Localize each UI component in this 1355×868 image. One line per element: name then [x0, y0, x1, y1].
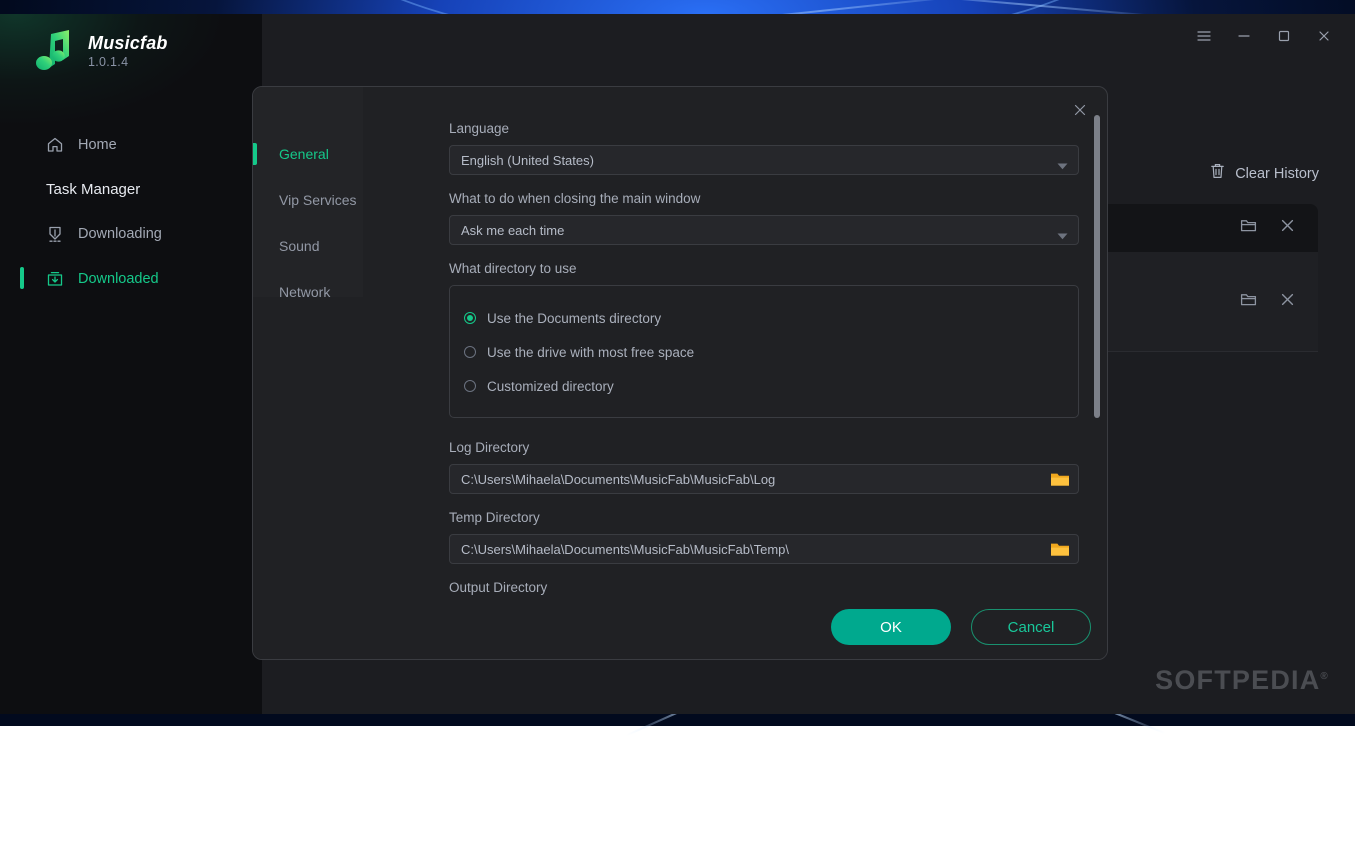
directory-mode-label: What directory to use — [449, 261, 1079, 276]
radio-customized-directory[interactable]: Customized directory — [450, 369, 1078, 403]
folder-yellow-icon[interactable] — [1048, 539, 1072, 560]
sidebar-item-label: Downloading — [78, 226, 162, 242]
closing-behavior-label: What to do when closing the main window — [449, 191, 1079, 206]
downloaded-folder-icon — [46, 270, 64, 288]
clear-history-label: Clear History — [1235, 166, 1319, 182]
language-value: English (United States) — [461, 153, 594, 168]
dialog-close-icon[interactable] — [1069, 99, 1091, 121]
sidebar-item-home[interactable]: Home — [0, 122, 262, 167]
sidebar-item-downloading[interactable]: Downloading — [0, 211, 262, 256]
maximize-icon[interactable] — [1267, 21, 1301, 51]
application-window: Musicfab 1.0.1.4 Home Task Manager — [0, 14, 1355, 714]
ok-button[interactable]: OK — [831, 609, 951, 645]
tab-label: Sound — [279, 238, 319, 254]
wallpaper-arc — [600, 688, 1300, 868]
sidebar-nav: Home Task Manager Downloading — [0, 122, 262, 301]
radio-indicator — [464, 346, 476, 358]
folder-open-icon[interactable] — [1240, 218, 1257, 238]
close-icon[interactable] — [1279, 291, 1296, 313]
active-accent-bar — [20, 267, 24, 289]
app-version: 1.0.1.4 — [88, 55, 168, 69]
wallpaper-arc — [980, 694, 1355, 854]
minimize-icon[interactable] — [1227, 21, 1261, 51]
cancel-button[interactable]: Cancel — [971, 609, 1091, 645]
watermark-text: SOFTPEDIA — [1155, 665, 1320, 695]
radio-label: Use the Documents directory — [487, 311, 661, 326]
temp-directory-label: Temp Directory — [449, 510, 1079, 525]
tab-general[interactable]: General — [253, 131, 363, 177]
tab-label: General — [279, 146, 329, 162]
tab-label: Vip Services — [279, 192, 357, 208]
dialog-footer: OK Cancel — [253, 595, 1107, 659]
watermark-mark: ® — [1320, 671, 1329, 682]
active-accent-bar — [253, 143, 257, 165]
scrollbar-thumb[interactable] — [1094, 115, 1100, 418]
sidebar-section-task-manager: Task Manager — [0, 167, 262, 211]
radio-label: Use the drive with most free space — [487, 345, 694, 360]
softpedia-watermark: SOFTPEDIA® — [1155, 665, 1329, 696]
download-arrow-icon — [46, 225, 64, 243]
temp-directory-input[interactable]: C:\Users\Mihaela\Documents\MusicFab\Musi… — [449, 534, 1079, 564]
hamburger-menu-icon[interactable] — [1187, 21, 1221, 51]
temp-directory-value: C:\Users\Mihaela\Documents\MusicFab\Musi… — [461, 542, 789, 557]
brand-name: Musicfab — [88, 33, 168, 54]
sidebar-item-downloaded[interactable]: Downloaded — [0, 256, 262, 301]
folder-yellow-icon[interactable] — [1048, 469, 1072, 490]
language-select[interactable]: English (United States) — [449, 145, 1079, 175]
sidebar-item-label: Home — [78, 137, 117, 153]
language-label: Language — [449, 121, 1079, 136]
window-titlebar — [1187, 14, 1355, 58]
sidebar-item-label: Downloaded — [78, 271, 159, 287]
radio-label: Customized directory — [487, 379, 614, 394]
tab-vip-services[interactable]: Vip Services — [253, 177, 363, 223]
trash-icon — [1209, 162, 1226, 185]
close-icon[interactable] — [1279, 217, 1296, 239]
log-directory-value: C:\Users\Mihaela\Documents\MusicFab\Musi… — [461, 472, 775, 487]
closing-behavior-value: Ask me each time — [461, 223, 564, 238]
radio-indicator — [464, 312, 476, 324]
settings-dialog: General Vip Services Sound Network Langu… — [252, 86, 1108, 660]
output-directory-label: Output Directory — [449, 580, 1079, 595]
tab-label: Network — [279, 284, 330, 300]
dialog-scrollbar[interactable] — [1094, 115, 1100, 595]
music-note-icon — [36, 30, 76, 72]
close-icon[interactable] — [1307, 21, 1341, 51]
home-icon — [46, 136, 64, 154]
brand-logo-block: Musicfab 1.0.1.4 — [36, 30, 168, 72]
directory-mode-radio-group: Use the Documents directory Use the driv… — [449, 285, 1079, 418]
chevron-down-icon — [1057, 158, 1068, 173]
dialog-tab-rail: General Vip Services Sound Network — [253, 87, 363, 297]
sidebar: Musicfab 1.0.1.4 Home Task Manager — [0, 14, 262, 714]
radio-use-most-free-space[interactable]: Use the drive with most free space — [450, 335, 1078, 369]
closing-behavior-select[interactable]: Ask me each time — [449, 215, 1079, 245]
wallpaper-arc — [0, 690, 700, 860]
dialog-form-body: Language English (United States) What to… — [449, 87, 1108, 660]
folder-open-icon[interactable] — [1240, 292, 1257, 312]
chevron-down-icon — [1057, 228, 1068, 243]
tab-sound[interactable]: Sound — [253, 223, 363, 269]
log-directory-input[interactable]: C:\Users\Mihaela\Documents\MusicFab\Musi… — [449, 464, 1079, 494]
sidebar-section-label: Task Manager — [46, 181, 140, 198]
radio-indicator — [464, 380, 476, 392]
log-directory-label: Log Directory — [449, 440, 1079, 455]
tab-network[interactable]: Network — [253, 269, 363, 315]
radio-use-documents-directory[interactable]: Use the Documents directory — [450, 301, 1078, 335]
clear-history-button[interactable]: Clear History — [1209, 162, 1319, 185]
